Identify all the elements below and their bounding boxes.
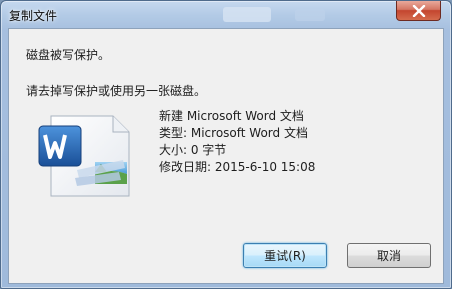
title-bar[interactable]: 复制文件 xyxy=(1,1,451,29)
close-button[interactable] xyxy=(396,1,441,21)
instruction-message: 请去掉写保护或使用另一张磁盘。 xyxy=(26,84,207,98)
close-icon xyxy=(412,4,425,17)
cancel-button[interactable]: 取消 xyxy=(347,243,431,268)
background-blur xyxy=(295,9,325,21)
error-message: 磁盘被写保护。 xyxy=(26,48,111,62)
file-size: 大小: 0 字节 xyxy=(159,143,227,157)
window-title: 复制文件 xyxy=(9,9,58,23)
file-details: 新建 Microsoft Word 文档 类型: Microsoft Word … xyxy=(159,108,315,176)
background-blur xyxy=(223,7,271,22)
file-modified: 修改日期: 2015-6-10 15:08 xyxy=(159,160,316,174)
copy-file-dialog: 复制文件 磁盘被写保护。 请去掉写保护或使用另一张磁盘。 新建 Microsof… xyxy=(0,0,452,289)
word-document-icon xyxy=(37,112,133,198)
file-name: 新建 Microsoft Word 文档 xyxy=(159,109,304,123)
dialog-body: 磁盘被写保护。 请去掉写保护或使用另一张磁盘。 新建 Microsoft Wor… xyxy=(8,28,444,284)
file-type: 类型: Microsoft Word 文档 xyxy=(159,126,308,140)
retry-button[interactable]: 重试(R) xyxy=(243,243,327,268)
